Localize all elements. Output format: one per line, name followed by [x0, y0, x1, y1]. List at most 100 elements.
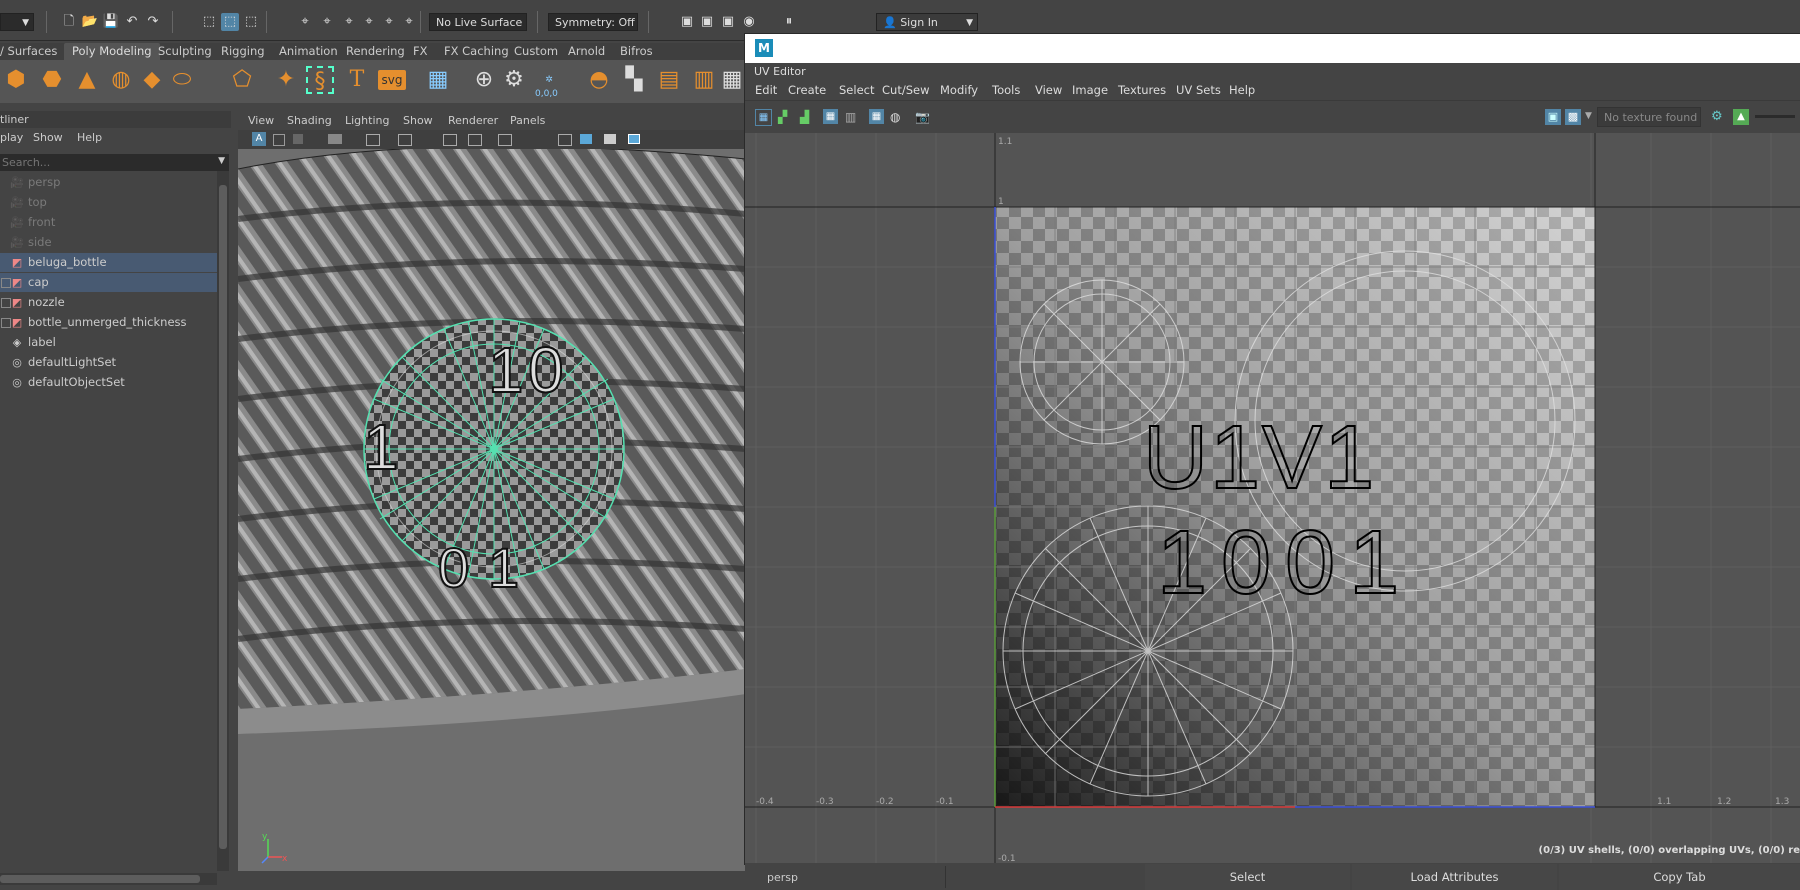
select-component-icon[interactable]: ⬚	[242, 13, 260, 31]
uv-snap-icon[interactable]: ▥	[845, 110, 859, 124]
uv-snapshot-icon[interactable]: 📷	[915, 110, 930, 124]
texture-dropdown[interactable]: No texture found	[1597, 107, 1701, 127]
render-settings-icon[interactable]: ◉	[740, 13, 758, 31]
poly-cone-icon[interactable]: ▲	[73, 66, 101, 94]
uv-menu-cut-sew[interactable]: Cut/Sew	[882, 80, 929, 100]
shelf-tab-sculpting[interactable]: Sculpting	[158, 43, 212, 60]
snap-view-plane-icon[interactable]: ⌖	[360, 13, 378, 31]
outliner-horizontal-scrollbar[interactable]	[0, 873, 217, 885]
image-range-icon[interactable]: ▲	[1733, 109, 1749, 125]
wireframe-on-shaded-icon[interactable]	[604, 134, 616, 144]
type-text-icon[interactable]: T	[343, 66, 371, 94]
uv-vertex-icon[interactable]: ▞	[778, 110, 792, 124]
snap-together-icon[interactable]: ⚙	[500, 66, 528, 94]
field-chart-icon[interactable]	[498, 134, 512, 146]
image-plane-icon[interactable]	[328, 134, 342, 144]
super-shape-icon[interactable]: ✦	[272, 66, 300, 94]
poly-cube-icon[interactable]: ⬢	[2, 66, 30, 94]
outliner-item-side[interactable]: 🎥 side	[0, 233, 217, 252]
viewport-menu-lighting[interactable]: Lighting	[345, 111, 389, 130]
uv-editor-icon[interactable]: ▦	[424, 66, 452, 94]
snap-grid-icon[interactable]: ⌖	[296, 13, 314, 31]
uv-menu-view[interactable]: View	[1035, 80, 1062, 100]
new-scene-icon[interactable]: 🗋	[60, 13, 78, 31]
uv-menu-uv-sets[interactable]: UV Sets	[1176, 80, 1221, 100]
uv-grid-viewport[interactable]: U1V1 1001 -0.4 -0.3 -0.2 -0.1 1.1 1.2 1.…	[745, 133, 1800, 863]
outliner-item-persp[interactable]: 🎥 persp	[0, 173, 217, 192]
separate-icon[interactable]: ▚	[620, 66, 648, 94]
undo-icon[interactable]: ↶	[123, 13, 141, 31]
bookmarks-icon[interactable]	[293, 134, 303, 144]
select-hierarchy-icon[interactable]: ⬚	[200, 13, 218, 31]
outliner-item-nozzle[interactable]: ◩ nozzle	[0, 293, 217, 312]
exposure-slider[interactable]	[1755, 115, 1795, 118]
perspective-viewport[interactable]: View Shading Lighting Show Renderer Pane…	[238, 111, 746, 890]
svg-tool-icon[interactable]: svg	[378, 70, 406, 90]
outliner-item-top[interactable]: 🎥 top	[0, 193, 217, 212]
live-surface-dropdown[interactable]: No Live Surface	[429, 13, 527, 31]
uv-settings-icon[interactable]: ⚙	[1711, 109, 1727, 125]
uv-menu-create[interactable]: Create	[788, 80, 826, 100]
shelf-tab-animation[interactable]: Animation	[279, 43, 338, 60]
select-object-icon[interactable]: ⬚	[221, 13, 239, 31]
load-attributes-button[interactable]: Load Attributes	[1352, 864, 1557, 890]
poly-cylinder-icon[interactable]: ⬣	[38, 66, 66, 94]
outliner-search-input[interactable]	[2, 154, 207, 171]
shelf-tab-arnold[interactable]: Arnold	[568, 43, 605, 60]
viewport-menu-panels[interactable]: Panels	[510, 111, 545, 130]
open-scene-icon[interactable]: 📂	[81, 13, 99, 31]
uv-menu-textures[interactable]: Textures	[1118, 80, 1166, 100]
viewport-menu-shading[interactable]: Shading	[287, 111, 332, 130]
outliner-item-front[interactable]: 🎥 front	[0, 213, 217, 232]
reset-transform-icon[interactable]: ✲ 0,0,0	[535, 66, 563, 99]
save-scene-icon[interactable]: 💾	[102, 13, 120, 31]
render-frame-icon[interactable]: ▣	[698, 13, 716, 31]
uv-shell-icon[interactable]: ▦	[755, 109, 772, 126]
extract-icon[interactable]: ▤	[655, 66, 683, 94]
ipr-render-icon[interactable]: ▣	[719, 13, 737, 31]
scrollbar-thumb[interactable]	[219, 185, 227, 849]
symmetry-dropdown[interactable]: Symmetry: Off	[548, 13, 638, 31]
sign-in-dropdown[interactable]: 👤 Sign In ▼	[876, 13, 978, 31]
uv-face-icon[interactable]: ▟	[800, 110, 814, 124]
smooth-icon[interactable]: ▥	[690, 66, 718, 94]
film-gate-icon[interactable]	[366, 134, 380, 146]
camera-attributes-icon[interactable]	[273, 134, 285, 146]
expand-toggle-icon[interactable]	[1, 338, 9, 346]
shelf-tab-rendering[interactable]: Rendering	[346, 43, 405, 60]
shelf-tab-poly-modeling[interactable]: Poly Modeling	[64, 43, 160, 60]
checker-display-icon[interactable]: ▩	[1565, 109, 1581, 125]
shelf-tab-fx[interactable]: FX	[413, 43, 428, 60]
textured-icon[interactable]	[628, 134, 640, 144]
pause-icon[interactable]: ⏸	[780, 13, 798, 31]
chevron-down-icon[interactable]: ▼	[218, 156, 225, 166]
snap-live-icon[interactable]: ⌖	[380, 13, 398, 31]
uv-distortion-icon[interactable]: ◍	[890, 110, 904, 124]
outliner-menu-help[interactable]: Help	[77, 128, 102, 148]
copy-tab-button[interactable]: Copy Tab	[1559, 864, 1800, 890]
smooth-shade-icon[interactable]	[580, 134, 592, 144]
poly-disc-icon[interactable]: ⬭	[168, 66, 196, 94]
render-region-icon[interactable]: ▣	[678, 13, 696, 31]
uv-show-grid-icon[interactable]: ▦	[869, 109, 884, 124]
uv-menu-edit[interactable]: Edit	[755, 80, 777, 100]
safe-action-icon[interactable]	[468, 134, 482, 146]
resolution-gate-icon[interactable]	[398, 134, 412, 146]
grid-toggle-icon[interactable]	[443, 134, 457, 146]
select-button[interactable]: Select	[1145, 864, 1350, 890]
uv-menu-help[interactable]: Help	[1229, 80, 1255, 100]
outliner-item-bottle-unmerged-thickness[interactable]: ◩ bottle_unmerged_thickness	[0, 313, 217, 332]
shelf-tab-surfaces[interactable]: / Surfaces	[0, 43, 57, 60]
grid-icon[interactable]: ▦	[718, 66, 746, 94]
viewport-menu-view[interactable]: View	[248, 111, 274, 130]
uv-menu-modify[interactable]: Modify	[940, 80, 978, 100]
uv-menu-image[interactable]: Image	[1072, 80, 1108, 100]
outliner-item-defaultObjectSet[interactable]: ◎ defaultObjectSet	[0, 373, 217, 392]
select-camera-icon[interactable]: A	[252, 132, 266, 146]
snap-projected-icon[interactable]: ⌖	[400, 13, 418, 31]
outliner-vertical-scrollbar[interactable]	[217, 171, 229, 871]
sweep-mesh-icon[interactable]: §	[306, 66, 334, 94]
shelf-tab-bifrost[interactable]: Bifros	[620, 43, 653, 60]
snap-curve-icon[interactable]: ⌖	[318, 13, 336, 31]
uv-menu-select[interactable]: Select	[839, 80, 874, 100]
